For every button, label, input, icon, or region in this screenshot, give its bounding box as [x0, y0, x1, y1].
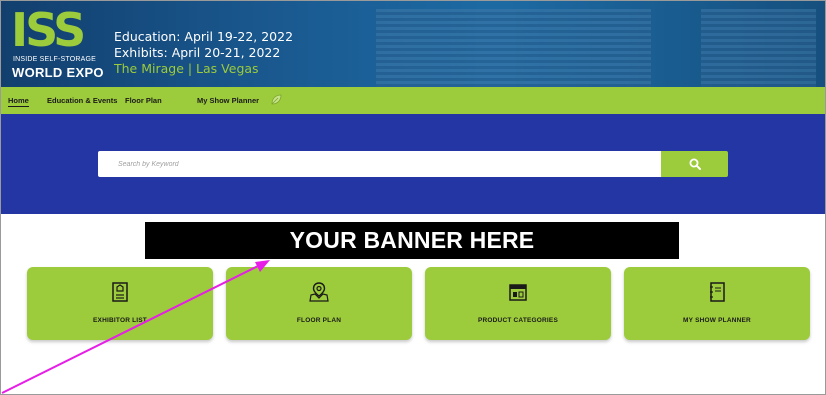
- tile-my-show-planner[interactable]: MY SHOW PLANNER: [624, 267, 810, 340]
- tile-product-categories[interactable]: PRODUCT CATEGORIES: [425, 267, 611, 340]
- tile-exhibitor-list[interactable]: EXHIBITOR LIST: [27, 267, 213, 340]
- header-background-doors-right: [701, 9, 816, 87]
- venue: The Mirage | Las Vegas: [114, 61, 259, 76]
- logo-main: ISS: [11, 3, 86, 57]
- tile-label: EXHIBITOR LIST: [93, 317, 147, 324]
- show-planner-icon: [710, 282, 725, 302]
- education-dates: Education: April 19-22, 2022: [114, 29, 294, 44]
- floor-plan-icon: [309, 282, 329, 302]
- logo-subtitle: INSIDE SELF-STORAGE: [13, 56, 97, 63]
- nav-item-home[interactable]: Home: [8, 96, 29, 107]
- search-icon: [689, 158, 701, 170]
- leaf-icon: [271, 94, 282, 105]
- search-input[interactable]: [98, 151, 661, 177]
- header-background-doors: [376, 9, 651, 87]
- product-categories-icon: [509, 284, 527, 301]
- tile-label: MY SHOW PLANNER: [683, 317, 751, 324]
- logo[interactable]: ISS INSIDE SELF-STORAGE WORLD EXPO: [11, 7, 104, 83]
- search-button[interactable]: [661, 151, 728, 177]
- tile-floor-plan[interactable]: FLOOR PLAN: [226, 267, 412, 340]
- nav-item-education-events[interactable]: Education & Events: [47, 96, 117, 105]
- exhibit-dates: Exhibits: April 20-21, 2022: [114, 45, 281, 60]
- ad-banner[interactable]: YOUR BANNER HERE: [145, 222, 679, 259]
- nav-item-my-show-planner[interactable]: My Show Planner: [197, 96, 259, 105]
- tile-label: FLOOR PLAN: [296, 317, 342, 324]
- nav-item-floor-plan[interactable]: Floor Plan: [125, 96, 162, 105]
- event-dates: Education: April 19-22, 2022 Exhibits: A…: [114, 29, 293, 77]
- exhibitor-list-icon: [112, 282, 128, 302]
- logo-bottom: WORLD EXPO: [12, 65, 104, 80]
- header: ISS INSIDE SELF-STORAGE WORLD EXPO Educa…: [1, 1, 825, 87]
- main-nav: Home Education & Events Floor Plan My Sh…: [1, 87, 825, 114]
- tile-label: PRODUCT CATEGORIES: [477, 317, 559, 324]
- page-frame: ISS INSIDE SELF-STORAGE WORLD EXPO Educa…: [0, 0, 826, 395]
